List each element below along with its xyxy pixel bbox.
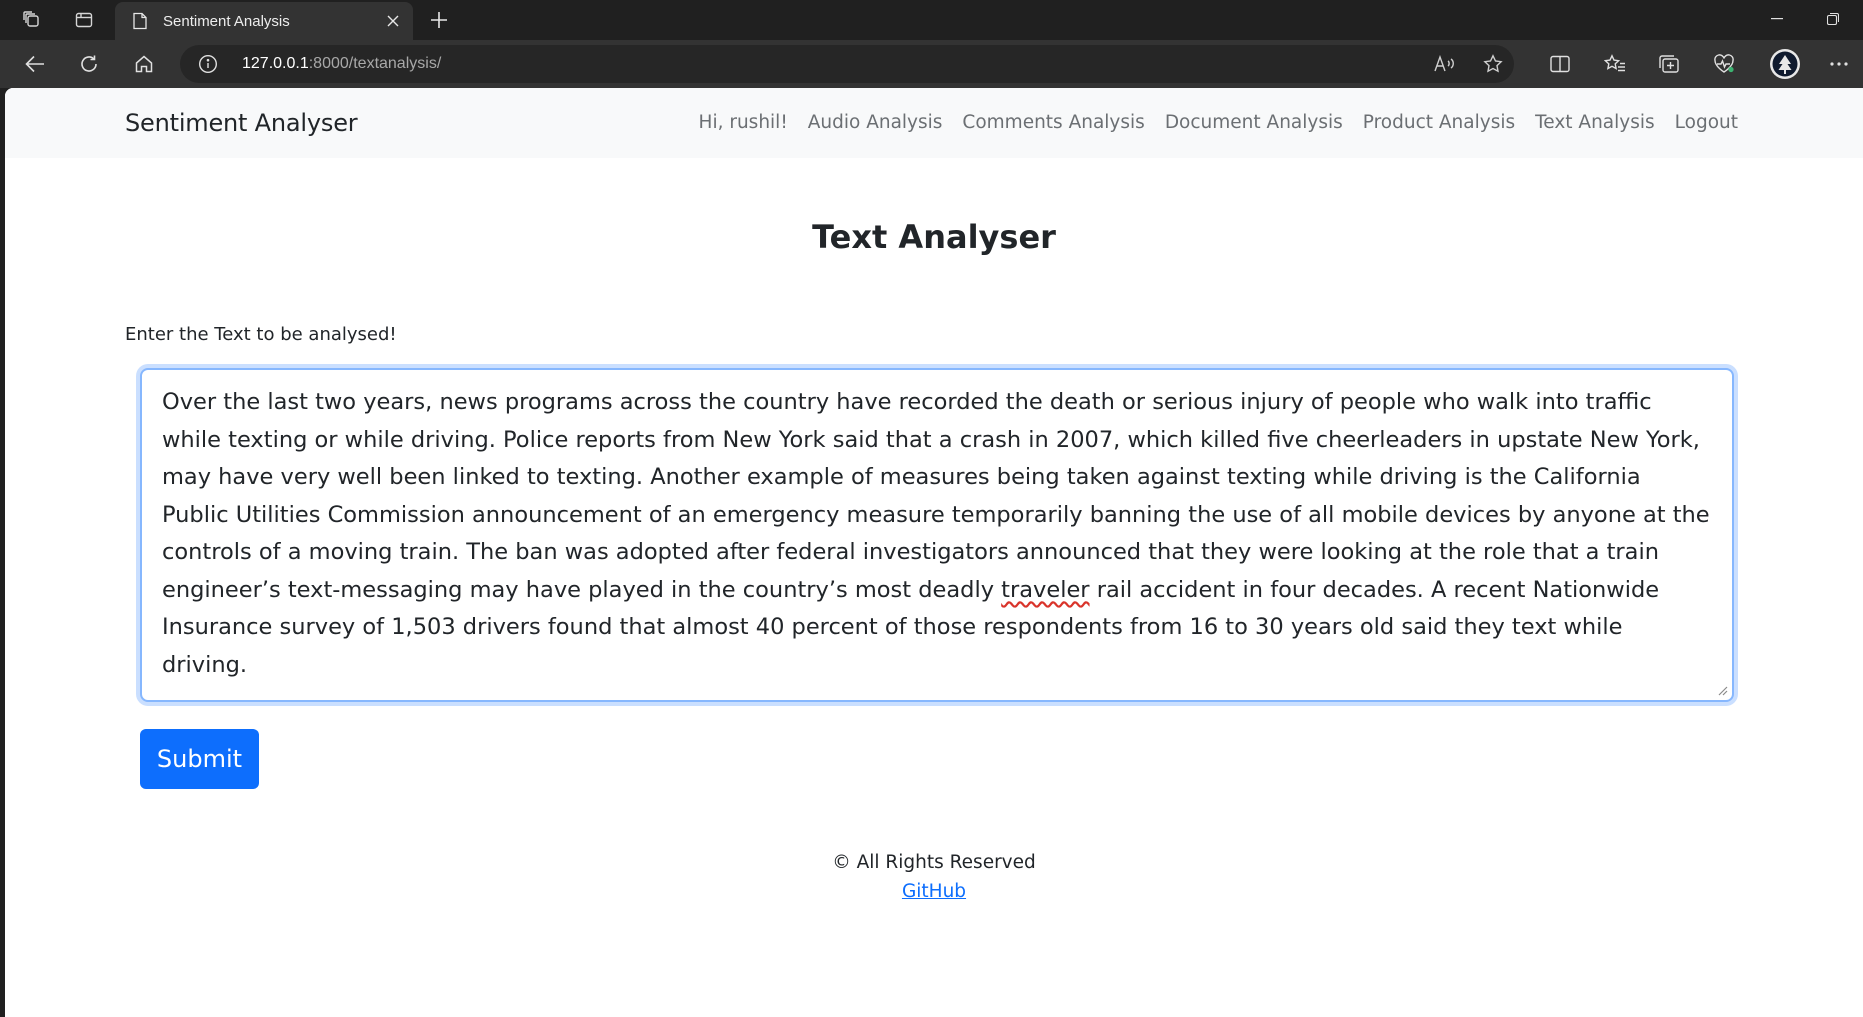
info-icon[interactable] [198,54,218,74]
page-title: Text Analyser [812,218,1056,256]
workspaces-icon[interactable] [17,6,47,34]
browser-tab[interactable]: Sentiment Analysis [115,2,413,40]
address-bar[interactable]: 127.0.0.1:8000/textanalysis/ [180,45,1514,83]
navbar-brand[interactable]: Sentiment Analyser [125,109,358,137]
browser-tab-bar: Sentiment Analysis [0,0,1863,40]
refresh-icon[interactable] [72,48,106,80]
minimize-icon[interactable] [1752,4,1802,34]
page-icon [131,12,149,30]
close-icon[interactable] [381,9,405,33]
new-tab-icon[interactable] [424,6,454,34]
home-icon[interactable] [127,48,161,80]
url-text: 127.0.0.1:8000/textanalysis/ [242,55,442,72]
nav-comments-analysis[interactable]: Comments Analysis [952,112,1154,133]
resize-grip-icon[interactable] [1716,684,1728,696]
misspelled-word: traveler [1001,576,1090,603]
nav-document-analysis[interactable]: Document Analysis [1155,112,1353,133]
nav-text-analysis[interactable]: Text Analysis [1525,112,1665,133]
read-aloud-icon[interactable] [1430,53,1460,75]
navbar-links: Hi, rushil! Audio Analysis Comments Anal… [689,112,1738,133]
more-icon[interactable] [1824,49,1854,79]
nav-product-analysis[interactable]: Product Analysis [1353,112,1525,133]
browser-toolbar: 127.0.0.1:8000/textanalysis/ [0,40,1863,88]
tab-title: Sentiment Analysis [163,12,290,30]
footer-copyright: © All Rights Reserved [832,852,1036,873]
nav-logout[interactable]: Logout [1665,112,1738,133]
split-screen-icon[interactable] [1545,49,1575,79]
text-input-area[interactable]: Over the last two years, news programs a… [140,368,1734,702]
page-viewport: Sentiment Analyser Hi, rushil! Audio Ana… [5,88,1863,1017]
favorite-star-icon[interactable] [1478,53,1508,75]
profile-avatar-icon[interactable] [1767,46,1803,82]
back-icon[interactable] [18,48,52,80]
collections-icon[interactable] [1654,49,1684,79]
favorites-icon[interactable] [1600,49,1630,79]
restore-icon[interactable] [1808,4,1858,34]
tab-actions-icon[interactable] [69,6,99,34]
site-navbar: Sentiment Analyser Hi, rushil! Audio Ana… [5,88,1863,158]
nav-greeting[interactable]: Hi, rushil! [689,112,798,133]
submit-button[interactable]: Submit [140,729,259,789]
github-link[interactable]: GitHub [902,881,966,902]
footer-github: GitHub [5,881,1863,902]
text-input-label: Enter the Text to be analysed! [125,324,397,345]
browser-essentials-icon[interactable] [1709,49,1739,79]
nav-audio-analysis[interactable]: Audio Analysis [798,112,953,133]
